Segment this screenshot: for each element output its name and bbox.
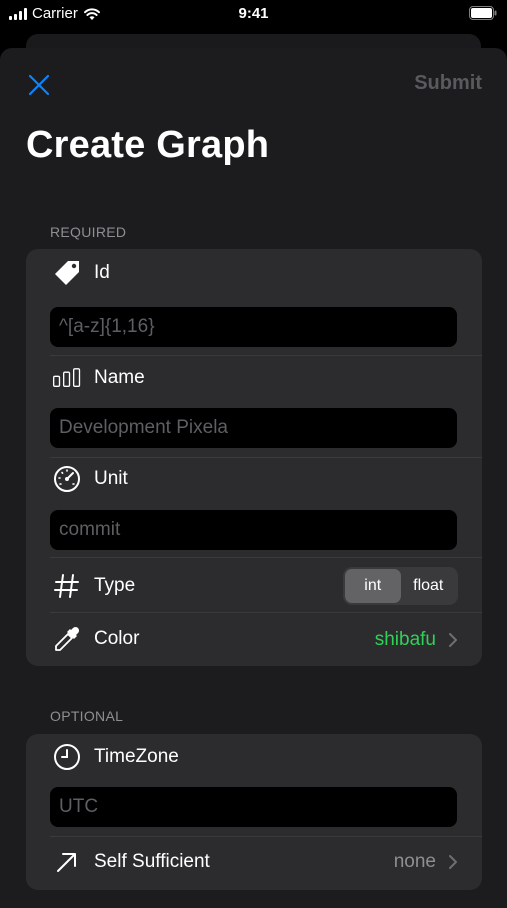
timezone-input[interactable] [50,787,457,827]
name-row-label: Name [52,363,145,393]
divider [50,557,482,558]
number-sign-icon [52,571,82,601]
type-label: Type [94,575,136,596]
self-sufficient-row[interactable]: Self Sufficient [52,847,210,877]
eyedropper-icon [52,624,82,654]
chevron-right-icon [449,855,457,869]
divider [50,457,482,458]
status-bar: Carrier 9:41 [0,0,507,30]
type-option-int[interactable]: int [345,569,401,603]
self-sufficient-value-text: none [393,851,436,872]
color-value[interactable]: shibafu [375,629,458,651]
id-input[interactable] [50,307,457,347]
color-value-text: shibafu [374,629,436,650]
chevron-right-icon [449,633,457,647]
color-label: Color [94,628,140,649]
divider [50,612,482,613]
name-label: Name [94,367,145,388]
self-sufficient-value[interactable]: none [394,851,458,873]
name-input[interactable] [50,408,457,448]
submit-button[interactable]: Submit [414,72,482,95]
timezone-label: TimeZone [94,746,179,767]
battery-icon [469,6,497,24]
type-row-label: Type [52,571,135,601]
type-segmented-control[interactable]: int float [343,567,458,605]
unit-row-label: Unit [52,464,128,494]
color-row[interactable]: Color [52,624,139,654]
type-option-float[interactable]: float [401,569,457,603]
close-button[interactable] [22,68,56,102]
chart-bars-icon [52,363,82,393]
create-graph-sheet: Submit Create Graph REQUIRED Id ^[a-z]{1… [0,48,507,908]
timezone-row-label: TimeZone [52,742,179,772]
unit-label: Unit [94,468,128,489]
tag-icon [52,258,82,288]
page-title: Create Graph [26,124,270,166]
self-sufficient-label: Self Sufficient [94,851,210,872]
status-time: 9:41 [238,5,269,22]
divider [50,355,482,356]
optional-section-header: OPTIONAL [50,708,124,724]
divider [50,836,482,837]
required-section-header: REQUIRED [50,224,127,240]
arrow-up-right-icon [52,847,82,877]
close-icon [28,74,50,96]
clock-icon [52,742,82,772]
speedometer-icon [52,464,82,494]
required-group: Id Name [26,249,482,666]
id-row-label: Id [52,258,110,288]
id-label: Id [94,262,110,283]
optional-group: TimeZone Self Sufficient none [26,734,482,890]
unit-input[interactable] [50,510,457,550]
